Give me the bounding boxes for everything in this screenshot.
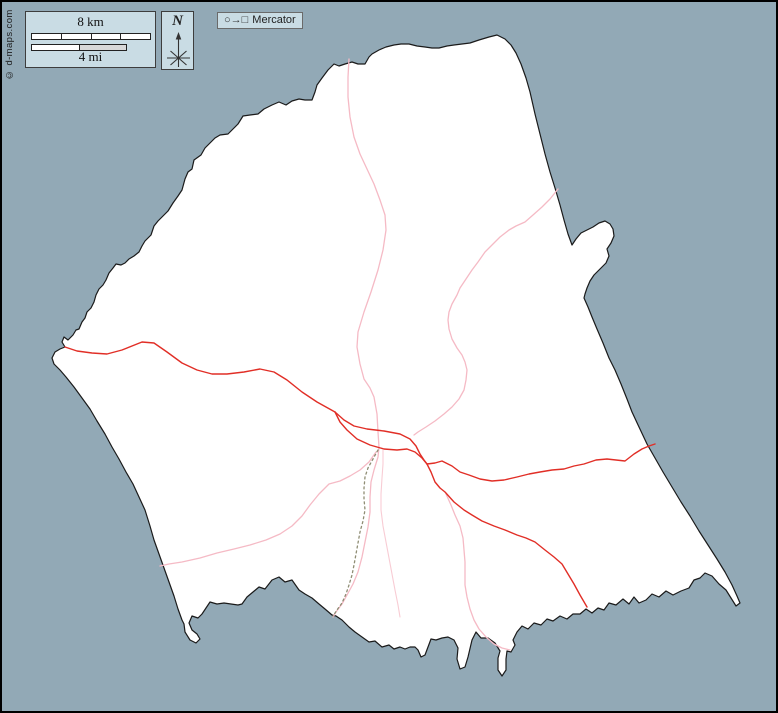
scale-bar-panel: 8 km 4 mi [25,11,156,68]
scale-segment [62,34,92,39]
projection-badge: ○→□ Mercator [217,12,303,29]
north-label: N [162,13,193,30]
projection-transform-icon: ○→□ [224,15,248,26]
north-arrow-panel: N [161,11,194,70]
scale-mi-label: 4 mi [26,49,155,65]
scale-bar-km [31,33,151,40]
scale-segment [32,34,62,39]
scale-segment [121,34,150,39]
map-canvas: © d-maps.com 8 km 4 mi N ○→□ Mercator [0,0,778,713]
scale-segment [92,34,122,39]
compass-rose-icon [162,30,195,70]
copyright-watermark: © d-maps.com [4,10,15,80]
map-image [2,2,776,711]
scale-km-label: 8 km [26,14,155,30]
land-outline [52,35,740,676]
projection-label: Mercator [252,15,295,26]
